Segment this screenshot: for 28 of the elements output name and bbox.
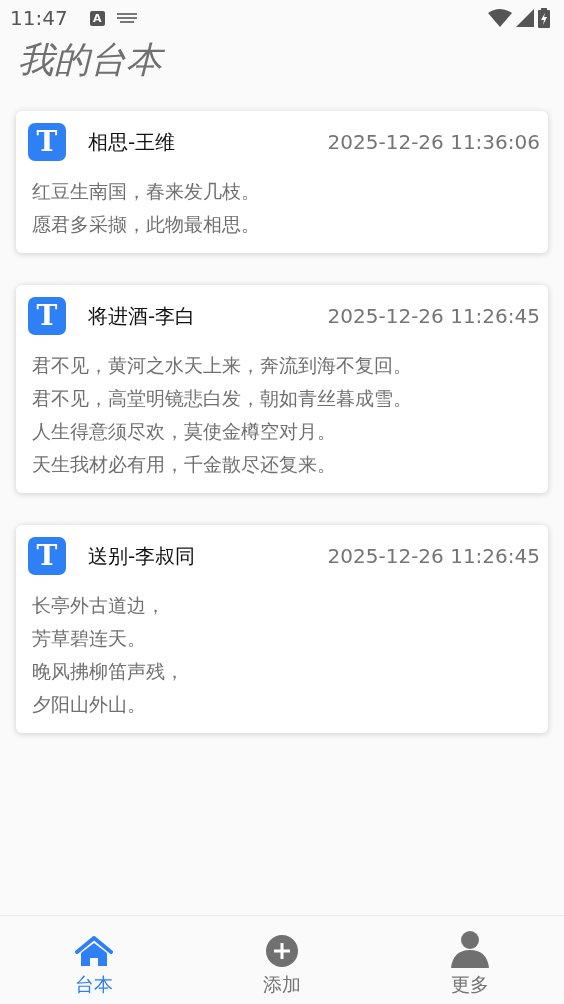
- add-icon: [265, 934, 299, 968]
- script-title: 将进酒-李白: [88, 303, 196, 331]
- script-title: 相思-王维: [88, 129, 176, 157]
- text-icon: T: [28, 297, 66, 336]
- script-card[interactable]: T 相思-王维 2025-12-26 11:36:06 红豆生南国，春来发几枝。 愿君多采撷，此物最相思。: [16, 111, 548, 254]
- script-time: 2025-12-26 11:36:06: [327, 129, 540, 157]
- keyboard-layout-icon: A: [89, 10, 105, 26]
- nav-tab[interactable]: 添加: [188, 916, 376, 1004]
- home-icon: [75, 936, 113, 968]
- person-icon: [451, 930, 489, 968]
- script-text: 君不见，黄河之水天上来，奔流到海不复回。 君不见，高堂明镜悲白发，朝如青丝暮成雪。 人生得意须尽欢，莫使金樽空对月。 天生我材必有用，千金散尽还复来。: [31, 353, 413, 478]
- nav-tab[interactable]: 更多: [376, 916, 564, 1004]
- script-title: 送别-李叔同: [88, 543, 196, 571]
- keyboard-icon: [116, 13, 137, 23]
- script-card[interactable]: T 将进酒-李白 2025-12-26 11:26:45 君不见，黄河之水天上来，奔流到海不复回。 君不见，高堂明镜悲白发，朝如青丝暮成雪。 人生得意须尽欢，莫使金樽空对月。 天生我材必有用，千金散尽还复来。: [16, 285, 548, 494]
- text-icon: T: [28, 537, 66, 576]
- wifi-icon: [488, 9, 512, 27]
- script-card[interactable]: T 送别-李叔同 2025-12-26 11:26:45 长亭外古道边， 芳草碧连天。 晚风拂柳笛声残， 夕阳山外山。: [16, 525, 548, 734]
- text-icon: T: [28, 123, 66, 162]
- nav-tab[interactable]: 台本: [0, 916, 188, 1004]
- script-text: 红豆生南国，春来发几枝。 愿君多采撷，此物最相思。: [31, 179, 261, 238]
- status-time: 11:47: [10, 5, 68, 32]
- script-time: 2025-12-26 11:26:45: [327, 303, 540, 331]
- script-text: 长亭外古道边， 芳草碧连天。 晚风拂柳笛声残， 夕阳山外山。: [31, 593, 185, 718]
- battery-icon: [538, 8, 550, 28]
- signal-icon: [516, 9, 534, 27]
- page-title: 我的台本: [0, 36, 564, 82]
- script-time: 2025-12-26 11:26:45: [327, 543, 540, 571]
